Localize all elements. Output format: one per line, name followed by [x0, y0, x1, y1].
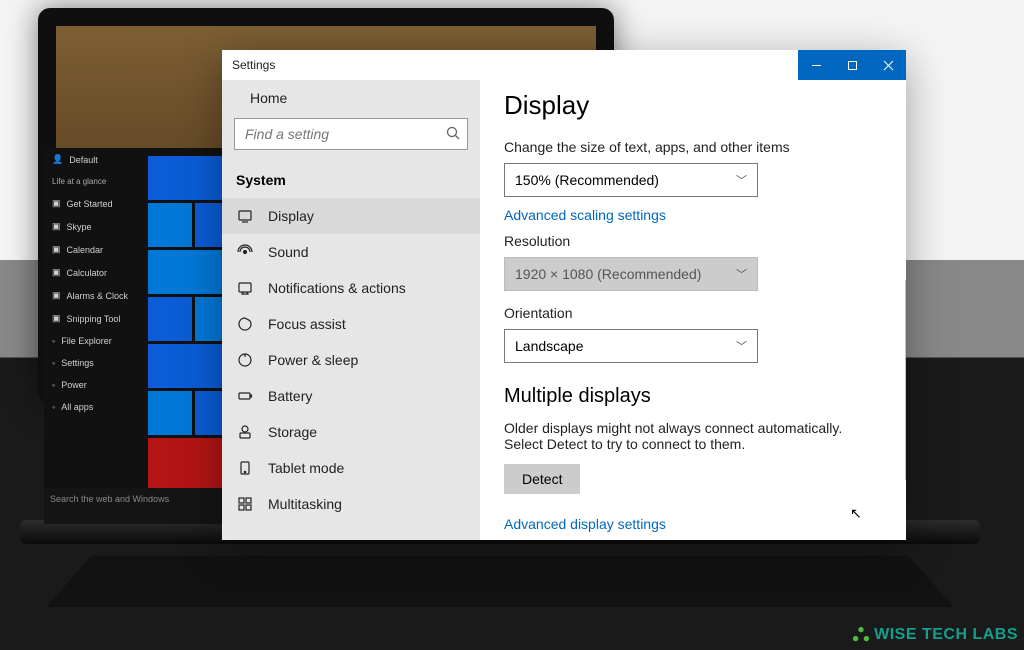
nav-icon: [236, 460, 254, 476]
taskbar-search: Search the web and Windows: [44, 488, 236, 524]
nav-icon: [236, 316, 254, 332]
scale-select[interactable]: 150% (Recommended) ﹀: [504, 163, 758, 197]
detect-button[interactable]: Detect: [504, 464, 580, 494]
search-box[interactable]: [234, 118, 468, 150]
sidebar-item-storage[interactable]: Storage: [222, 414, 480, 450]
chevron-down-icon: ﹀: [736, 172, 747, 188]
window-title: Settings: [222, 58, 275, 72]
resolution-label: Resolution: [504, 233, 882, 249]
titlebar: Settings: [222, 50, 906, 80]
nav-label: Tablet mode: [268, 460, 344, 476]
resolution-select[interactable]: 1920 × 1080 (Recommended) ﹀: [504, 257, 758, 291]
advanced-scaling-link[interactable]: Advanced scaling settings: [504, 207, 882, 223]
nav-icon: [236, 496, 254, 512]
nav-icon: [236, 352, 254, 368]
nav-icon: [236, 208, 254, 224]
nav-icon: [236, 388, 254, 404]
sidebar-home-label: Home: [250, 90, 287, 106]
sidebar-item-power-sleep[interactable]: Power & sleep: [222, 342, 480, 378]
nav-label: Focus assist: [268, 316, 346, 332]
sidebar-item-tablet-mode[interactable]: Tablet mode: [222, 450, 480, 486]
nav-label: Display: [268, 208, 314, 224]
search-input[interactable]: [234, 118, 468, 150]
nav-label: Storage: [268, 424, 317, 440]
sidebar-item-multitasking[interactable]: Multitasking: [222, 486, 480, 522]
sidebar-item-focus-assist[interactable]: Focus assist: [222, 306, 480, 342]
scale-label: Change the size of text, apps, and other…: [504, 139, 882, 155]
scale-value: 150% (Recommended): [515, 172, 659, 188]
nav-label: Power & sleep: [268, 352, 358, 368]
orientation-value: Landscape: [515, 338, 584, 354]
orientation-select[interactable]: Landscape ﹀: [504, 329, 758, 363]
sidebar-item-battery[interactable]: Battery: [222, 378, 480, 414]
sidebar-category: System: [222, 166, 480, 198]
sidebar-home[interactable]: Home: [222, 80, 480, 118]
nav-label: Sound: [268, 244, 308, 260]
close-button[interactable]: [870, 50, 906, 80]
window-controls: [798, 50, 906, 80]
laptop-keyboard: [46, 555, 954, 607]
sidebar-item-notifications-actions[interactable]: Notifications & actions: [222, 270, 480, 306]
scrollbar[interactable]: [905, 280, 906, 480]
sidebar: Home System Display Sound Notifications & …: [222, 80, 480, 540]
nav-label: Notifications & actions: [268, 280, 406, 296]
orientation-label: Orientation: [504, 305, 882, 321]
sidebar-item-display[interactable]: Display: [222, 198, 480, 234]
content-pane: Display Change the size of text, apps, a…: [480, 80, 906, 540]
nav-icon: [236, 244, 254, 260]
sidebar-nav: Display Sound Notifications & actions Focus…: [222, 198, 480, 540]
chevron-down-icon: ﹀: [736, 338, 747, 354]
nav-label: Multitasking: [268, 496, 342, 512]
page-title: Display: [504, 90, 882, 121]
chevron-down-icon: ﹀: [736, 266, 747, 282]
multiple-displays-heading: Multiple displays: [504, 385, 882, 408]
nav-icon: [236, 424, 254, 440]
sidebar-item-sound[interactable]: Sound: [222, 234, 480, 270]
multiple-displays-desc: Older displays might not always connect …: [504, 420, 882, 452]
nav-icon: [236, 280, 254, 296]
watermark-text: WISE TECH LABS: [874, 626, 1018, 644]
watermark-logo: WISE TECH LABS: [852, 626, 1018, 644]
settings-window: Settings Home System Display Sound Notific…: [222, 50, 906, 540]
nav-label: Battery: [268, 388, 312, 404]
search-icon: [446, 126, 460, 145]
resolution-value: 1920 × 1080 (Recommended): [515, 266, 701, 282]
advanced-display-link[interactable]: Advanced display settings: [504, 516, 882, 532]
minimize-button[interactable]: [798, 50, 834, 80]
maximize-button[interactable]: [834, 50, 870, 80]
